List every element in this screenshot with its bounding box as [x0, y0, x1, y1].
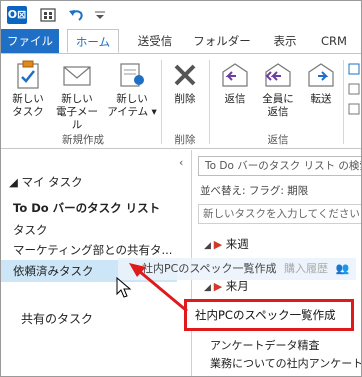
reply-button[interactable]: 返信 — [215, 60, 255, 106]
reply-label-1: 返信 — [224, 93, 246, 105]
outlook-window: O⊠ ファイル ホーム 送受信 フォルダー 表示 CRM 新しい タスク 新しい… — [0, 0, 362, 377]
ribbon-separator — [161, 60, 162, 144]
undo-icon[interactable] — [67, 6, 85, 24]
new-task-button[interactable]: 新しい タスク — [7, 60, 49, 119]
tab-crm[interactable]: CRM — [313, 29, 355, 53]
delete-label: 削除 — [174, 93, 196, 105]
reply-icon — [222, 63, 248, 87]
task-search-input[interactable]: To Do バーのタスク リスト の検索 — [198, 156, 361, 176]
delete-group-label: 削除 — [174, 134, 196, 146]
respond-group-label: 返信 — [267, 134, 289, 146]
new-email-label-1: 新しい — [61, 93, 93, 105]
quick-access-toolbar: O⊠ — [1, 1, 361, 29]
collapse-pane-icon[interactable]: ‹ — [179, 156, 183, 169]
tab-view[interactable]: 表示 — [263, 29, 307, 53]
forward-label-1: 転送 — [310, 93, 332, 105]
nav-item-tasks[interactable]: タスク — [13, 222, 48, 238]
new-items-icon — [120, 63, 144, 87]
drag-ghost-overlay-text: 購入履歴 — [284, 262, 329, 275]
ribbon-separator — [343, 60, 344, 144]
new-email-label-2: 電子メール — [56, 106, 98, 131]
nav-item-marketing-shared[interactable]: マーケティング部との共有タ... — [13, 242, 172, 258]
drag-ghost-text: 社内PCのスペック一覧作成 — [142, 262, 277, 275]
send-receive-icon[interactable] — [39, 6, 57, 24]
tab-file[interactable]: ファイル — [1, 29, 59, 53]
tab-send-receive[interactable]: 送受信 — [129, 29, 181, 53]
collapse-triangle-icon: ◢ — [204, 241, 214, 251]
task-row[interactable]: アンケートデータ精査 — [210, 337, 320, 353]
group-label-next-month: 来月 — [225, 279, 249, 293]
forward-button[interactable]: 転送 — [301, 60, 341, 106]
new-email-button[interactable]: 新しい 電子メール — [51, 60, 103, 132]
new-task-label-1: 新しい — [12, 93, 44, 105]
group-header-next-week[interactable]: ◢ ▶ 来週 — [204, 236, 249, 252]
my-tasks-title: マイ タスク — [21, 175, 83, 189]
sort-label[interactable]: 並べ替え: フラグ: 期限 — [200, 183, 308, 198]
nav-item-todo-bar[interactable]: To Do バーのタスク リスト — [13, 200, 160, 216]
collapse-triangle-icon: ◢ — [204, 283, 214, 293]
envelope-icon — [63, 66, 91, 86]
forward-icon — [308, 63, 334, 87]
new-items-label-1: 新しい — [116, 93, 148, 105]
reply-all-icon — [265, 63, 291, 87]
group-header-next-month[interactable]: ◢ ▶ 来月 — [204, 278, 249, 294]
shared-tasks-title[interactable]: 共有のタスク — [21, 310, 93, 327]
new-task-input[interactable]: 新しいタスクを入力してください — [198, 204, 361, 224]
outlook-logo-icon: O⊠ — [7, 6, 27, 24]
task-clipboard-icon — [17, 60, 39, 89]
tab-home[interactable]: ホーム — [67, 29, 119, 53]
group-label-next-week: 来週 — [225, 237, 249, 251]
red-flag-icon: ▶ — [213, 238, 226, 251]
assign-person-icon: 👥 — [335, 262, 350, 275]
delete-x-icon — [174, 64, 196, 86]
red-flag-icon: ▶ — [213, 280, 226, 293]
highlighted-task-row[interactable]: 社内PCのスペック一覧作成 — [184, 299, 354, 331]
reply-all-label-2: 返信 — [267, 106, 289, 118]
ribbon: 新しい タスク 新しい 電子メール 新しい アイテム ▾ 新規作成 削除 削除 … — [1, 53, 361, 149]
customize-qat-icon[interactable] — [91, 6, 109, 24]
reply-all-label-1: 全員に — [262, 93, 294, 105]
task-row[interactable]: 業務についての社内アンケート — [210, 355, 361, 371]
mouse-cursor-icon — [116, 276, 132, 298]
delete-button[interactable]: 削除 — [165, 60, 205, 106]
requested-tasks-label: 依頼済みタスク — [13, 264, 94, 278]
new-items-label-2: アイテム — [107, 106, 149, 118]
reply-all-button[interactable]: 全員に 返信 — [257, 60, 299, 119]
new-task-label-2: タスク — [12, 106, 44, 118]
more-commands-icon[interactable] — [347, 62, 361, 122]
new-items-button[interactable]: 新しい アイテム ▾ — [107, 60, 157, 119]
my-tasks-section[interactable]: ◢ マイ タスク — [9, 174, 83, 190]
tab-folder[interactable]: フォルダー — [189, 29, 255, 53]
dropdown-arrow-icon: ▾ — [148, 106, 157, 118]
new-group-label: 新規作成 — [62, 134, 104, 146]
collapse-triangle-icon: ◢ — [9, 175, 22, 189]
ribbon-separator — [209, 60, 210, 144]
ribbon-tabs: ファイル ホーム 送受信 フォルダー 表示 CRM — [1, 29, 361, 53]
drag-ghost-task: 社内PCのスペック一覧作成 購入履歴 👥 — [118, 258, 356, 280]
